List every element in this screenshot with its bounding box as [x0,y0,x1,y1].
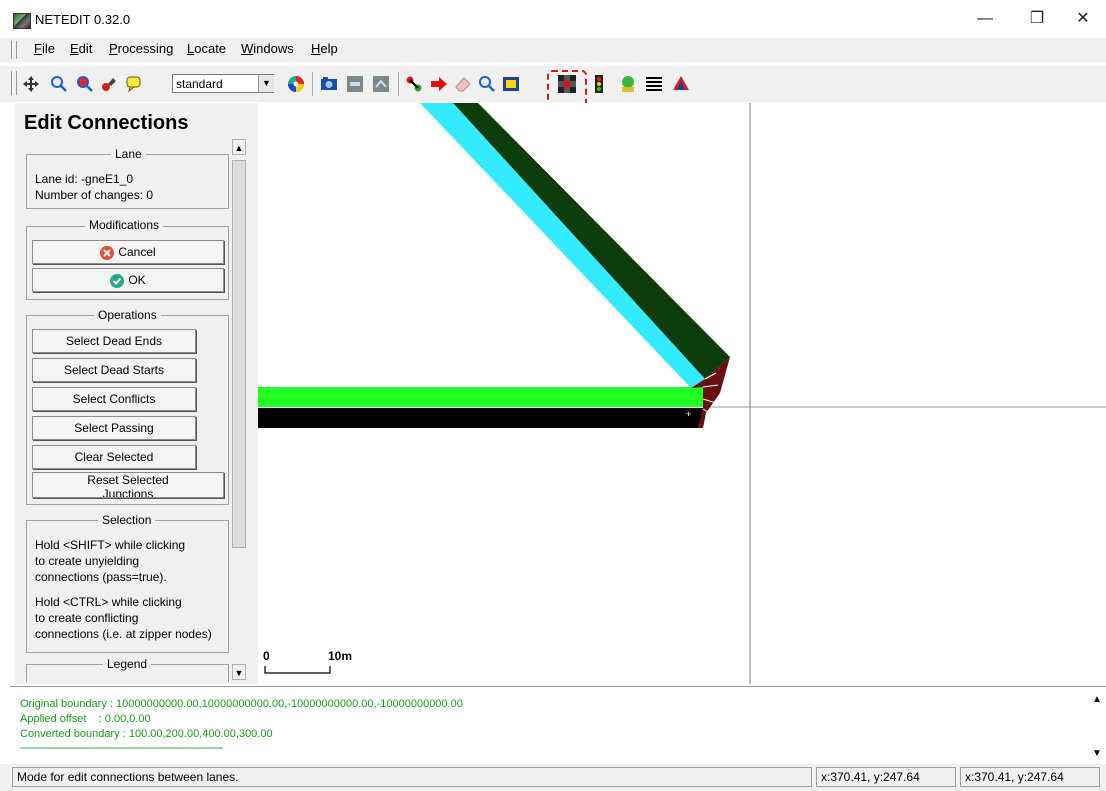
inspect-mode-icon[interactable] [478,75,496,93]
ok-button-label: OK [128,273,146,287]
netedit-app-icon [13,13,31,29]
route-icon[interactable] [346,75,364,93]
color-wheel-icon[interactable] [287,75,305,93]
locate-junction-icon[interactable] [50,75,68,93]
status-geo-position: x:370.41, y:247.64 [960,767,1100,787]
network-view: + [258,103,1106,684]
reset-selected-junctions-button[interactable]: Reset Selected Junctions [32,472,224,498]
toolbar-separator [312,72,313,96]
restore-button[interactable]: ❐ [1014,6,1060,32]
status-cursor-position: x:370.41, y:247.64 [816,767,956,787]
selection-hint-ctrl: Hold <CTRL> while clicking to create con… [35,595,212,641]
cancel-button-label: Cancel [118,245,156,259]
move-mode-icon[interactable] [430,75,448,93]
crossings-icon[interactable] [645,75,663,93]
selection-group-label: Selection [98,513,156,527]
cancel-button[interactable]: Cancel [32,240,224,264]
select-conflicts-button[interactable]: Select Conflicts [32,387,196,411]
minimize-button[interactable]: — [962,6,1008,32]
message-scroll-up-icon[interactable]: ▲ [1092,694,1102,705]
scale-distance-label: 10m [328,649,353,663]
select-passing-button[interactable]: Select Passing [32,416,196,440]
toolbar-separator [398,72,399,96]
toolbar-grip [11,71,17,95]
legend-group-label: Legend [103,657,152,671]
lane-cyan[interactable] [420,103,705,388]
chevron-down-icon[interactable]: ▼ [258,75,274,92]
menu-grip [11,41,17,59]
menu-locate[interactable]: Locate [187,41,226,56]
recenter-view-icon[interactable] [22,75,40,93]
panel-scrollbar-thumb[interactable] [232,160,246,548]
screenshot-icon[interactable] [320,75,338,93]
menu-edit[interactable]: Edit [70,41,92,56]
scale-bar [264,666,331,674]
select-mode-icon[interactable] [502,75,520,93]
modifications-group-label: Modifications [85,218,164,232]
traffic-light-icon[interactable] [590,75,608,93]
message-scroll-down-icon[interactable]: ▼ [1092,748,1102,759]
scroll-up-icon[interactable]: ▲ [232,139,246,155]
checkmark-icon [110,273,125,288]
additionals-icon[interactable] [619,75,637,93]
lane-group-label: Lane [111,147,146,161]
locate-edge-icon[interactable] [76,75,94,93]
cancel-icon [100,245,115,260]
image-icon[interactable] [372,75,390,93]
edit-connections-icon[interactable] [558,75,576,93]
lane-end-mark: + [686,409,691,419]
status-mode-text: Mode for edit connections between lanes. [12,767,812,787]
menu-file[interactable]: File [34,41,55,56]
operations-group-label: Operations [94,308,161,322]
locate-poi-icon[interactable] [125,75,143,93]
reset-button-label-line1: Reset Selected [87,473,169,487]
menu-help[interactable]: Help [311,41,338,56]
scroll-down-icon[interactable]: ▼ [232,664,246,680]
message-line-converted-boundary: Converted boundary : 100.00,200.00,400.0… [20,728,273,740]
message-line-original-boundary: Original boundary : 10000000000.00,10000… [20,698,463,710]
panel-title: Edit Connections [24,112,189,134]
message-separator: ----------------------------------------… [20,742,223,754]
scale-zero-label: 0 [263,649,270,663]
reset-button-label-line2: Junctions [102,487,154,498]
lane-dark-green[interactable] [453,103,730,379]
message-line-applied-offset: Applied offset : 0.00,0.00 [20,713,151,725]
menu-windows[interactable]: Windows [241,41,294,56]
select-dead-ends-button[interactable]: Select Dead Ends [32,329,196,353]
polygons-icon[interactable] [672,75,690,93]
menu-processing[interactable]: Processing [109,41,173,56]
connect-mode-icon[interactable] [405,75,423,93]
clear-selected-button[interactable]: Clear Selected [32,445,196,469]
close-button[interactable]: ✕ [1060,6,1106,32]
lane-black[interactable] [258,408,703,428]
locate-vehicle-icon[interactable] [100,75,118,93]
title-bar [0,0,1106,36]
delete-mode-icon[interactable] [454,75,472,93]
select-dead-starts-button[interactable]: Select Dead Starts [32,358,196,382]
lane-green[interactable] [258,387,703,407]
network-canvas[interactable]: + 0 10m [258,103,1106,684]
lane-id-text: Lane id: -gneE1_0 [35,172,134,186]
window-title: NETEDIT 0.32.0 [35,12,131,27]
selection-hint-shift: Hold <SHIFT> while clicking to create un… [35,538,186,584]
changes-count-text: Number of changes: 0 [35,188,154,202]
ok-button[interactable]: OK [32,268,224,292]
